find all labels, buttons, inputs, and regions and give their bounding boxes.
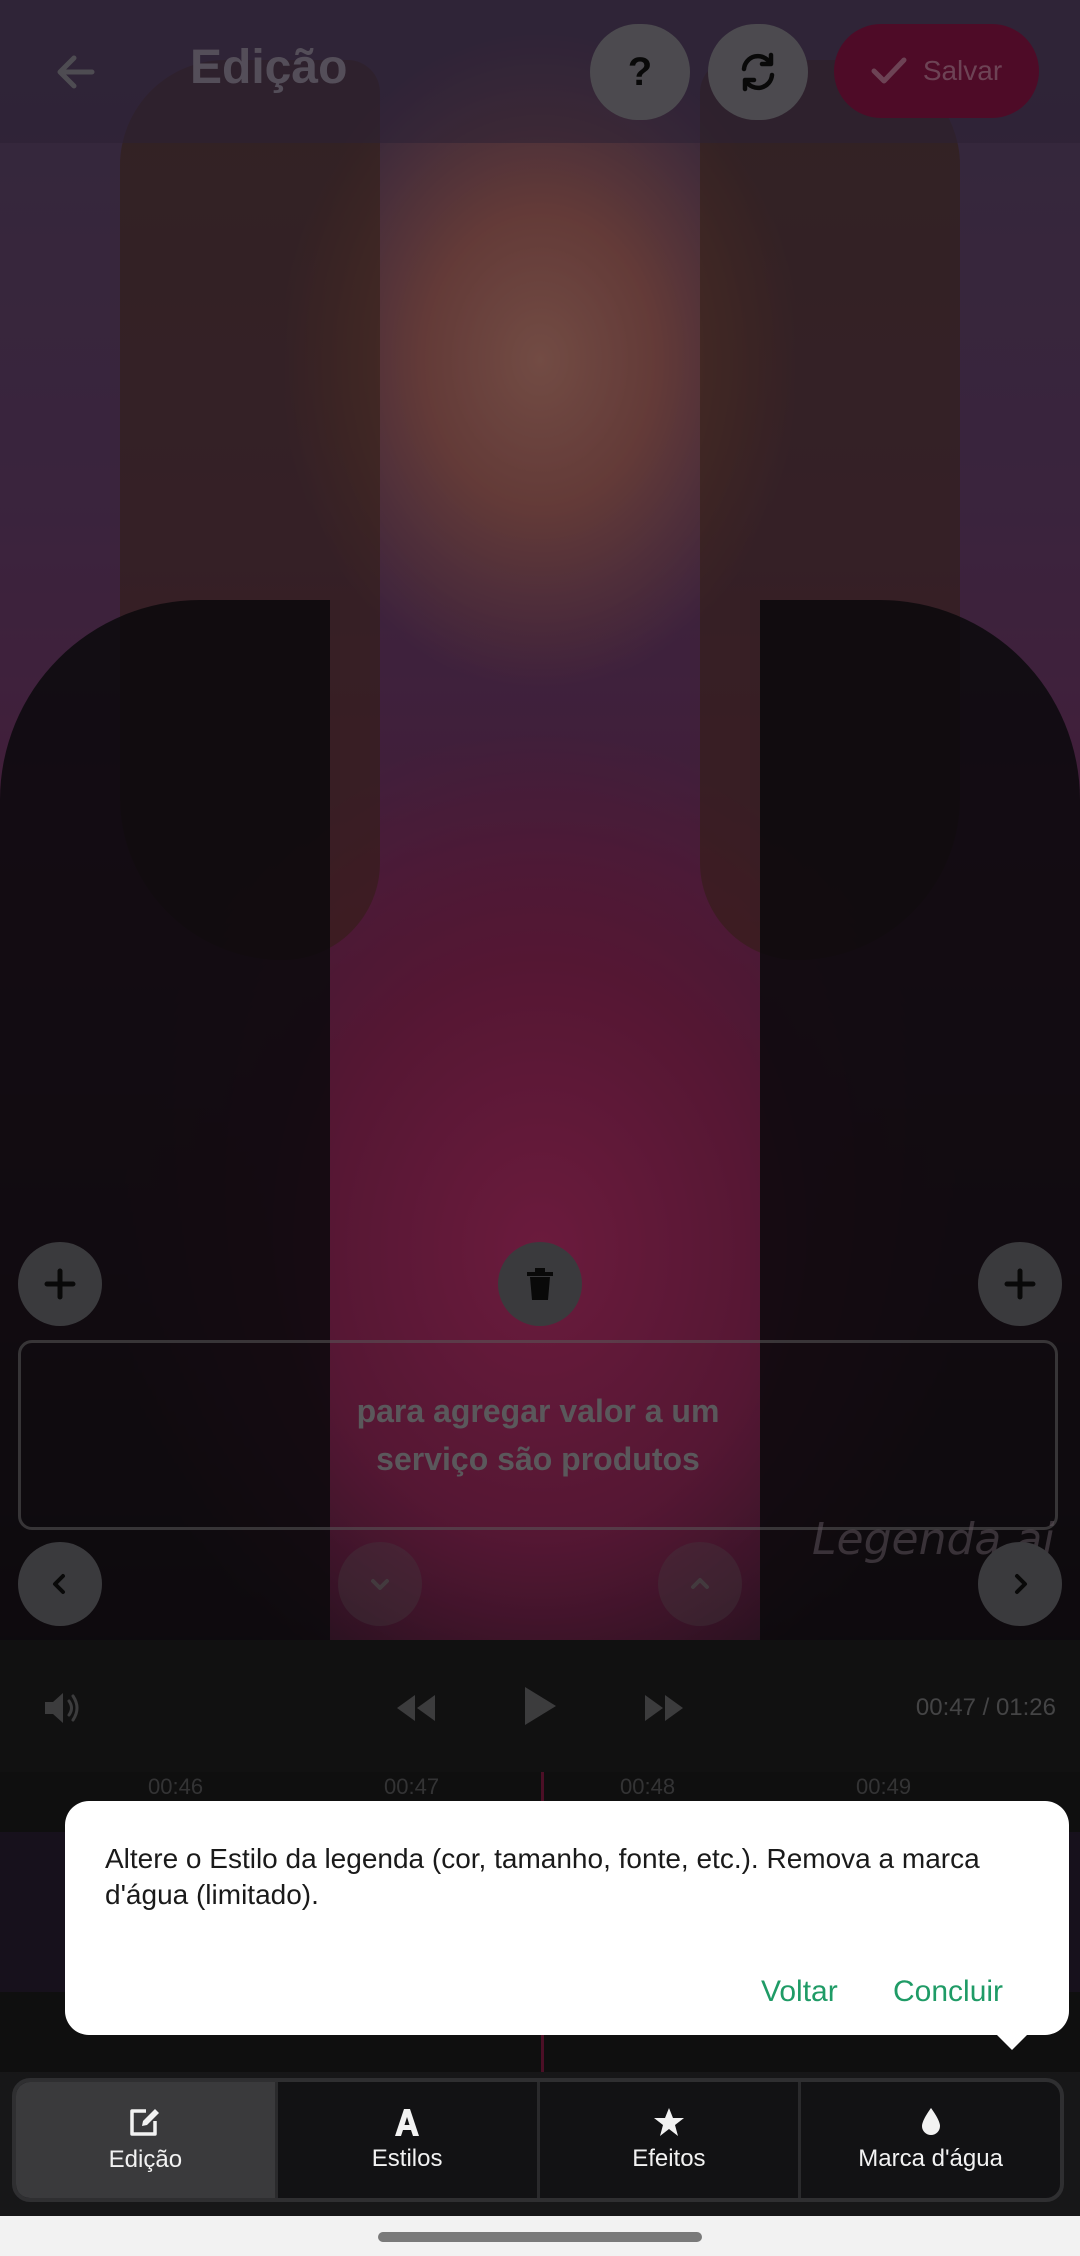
fast-forward-button[interactable] (640, 1684, 688, 1732)
check-icon (871, 57, 907, 84)
timeline-tick: 00:48 (620, 1774, 676, 1799)
page-title: Edição (190, 41, 348, 94)
nav-item-edicao[interactable]: Edição (16, 2082, 278, 2198)
rewind-icon (397, 1695, 435, 1721)
droplet-icon (921, 2108, 940, 2135)
app-header: Edição ? Salvar (0, 0, 1080, 143)
next-subtitle-button[interactable] (978, 1542, 1062, 1626)
chevron-right-icon (1015, 1574, 1027, 1594)
tutorial-tooltip: Altere o Estilo da legenda (cor, tamanho… (65, 1801, 1069, 2035)
move-down-button[interactable] (338, 1542, 422, 1626)
star-icon (653, 2108, 684, 2136)
previous-subtitle-button[interactable] (18, 1542, 102, 1626)
refresh-icon (741, 52, 775, 92)
chevron-left-icon (53, 1574, 65, 1594)
tooltip-text: Altere o Estilo da legenda (cor, tamanho… (105, 1843, 980, 1910)
timeline-tick: 00:47 (384, 1774, 440, 1799)
add-before-button[interactable] (18, 1242, 102, 1326)
add-after-button[interactable] (978, 1242, 1062, 1326)
font-a-icon (395, 2109, 420, 2136)
fast-forward-icon (645, 1695, 683, 1721)
nav-item-efeitos[interactable]: Efeitos (540, 2082, 802, 2198)
nav-item-marca-dagua[interactable]: Marca d'água (801, 2082, 1060, 2198)
volume-icon (45, 1693, 79, 1723)
arrow-left-icon (57, 55, 95, 89)
tooltip-pointer (990, 2028, 1034, 2050)
edit-icon (130, 2109, 160, 2136)
subtitle-text[interactable]: para agregar valor a um serviço são prod… (278, 1387, 798, 1483)
nav-item-label: Edição (108, 2146, 183, 2173)
trash-icon (527, 1268, 553, 1300)
chevron-up-icon (691, 1578, 709, 1589)
time-readout: 00:47 / 01:26 (915, 1694, 1056, 1721)
chevron-down-icon (371, 1579, 389, 1590)
move-up-button[interactable] (658, 1542, 742, 1626)
timeline-tick: 00:46 (148, 1774, 204, 1799)
play-button[interactable] (514, 1680, 566, 1732)
save-button[interactable]: Salvar (834, 24, 1039, 118)
plus-icon (1004, 1268, 1036, 1300)
home-indicator[interactable] (378, 2232, 702, 2242)
plus-icon (44, 1268, 76, 1300)
delete-button[interactable] (498, 1242, 582, 1326)
bottom-nav: Edição Estilos Efeitos Marca d'água (12, 2078, 1064, 2202)
refresh-button[interactable] (708, 24, 808, 120)
nav-item-label: Estilos (371, 2145, 443, 2172)
nav-item-label: Marca d'água (858, 2145, 1003, 2172)
back-tooltip-button[interactable]: Voltar (761, 1975, 838, 2009)
volume-button[interactable] (38, 1684, 86, 1732)
player-controls: 00:47 / 01:26 (0, 1640, 1080, 1772)
back-button[interactable] (40, 36, 112, 108)
done-tooltip-button[interactable]: Concluir (893, 1975, 1003, 2009)
help-button[interactable]: ? (590, 24, 690, 120)
subtitle-editor[interactable]: para agregar valor a um serviço são prod… (18, 1340, 1058, 1530)
save-label: Salvar (922, 55, 1003, 86)
help-icon: ? (627, 49, 653, 94)
nav-item-estilos[interactable]: Estilos (278, 2082, 540, 2198)
nav-item-label: Efeitos (632, 2145, 706, 2172)
timeline-tick: 00:49 (856, 1774, 912, 1799)
rewind-button[interactable] (392, 1684, 440, 1732)
play-icon (525, 1687, 556, 1725)
